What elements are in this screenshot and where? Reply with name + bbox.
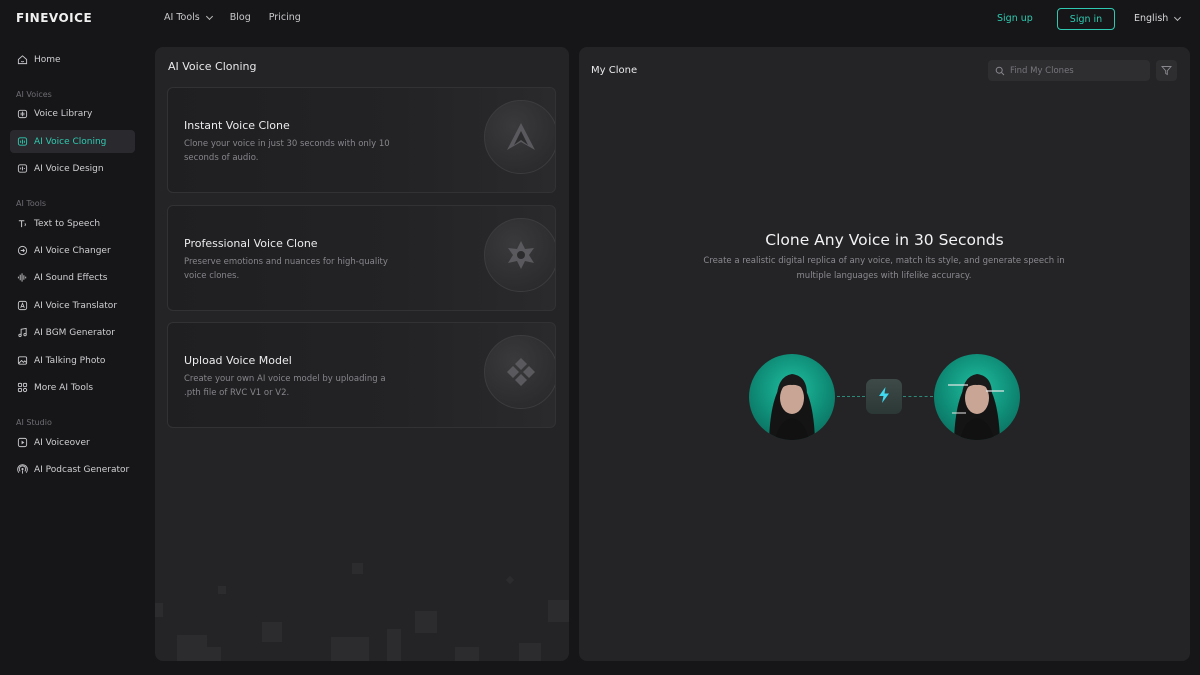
source-voice-avatar <box>749 354 835 440</box>
card-title: Instant Voice Clone <box>184 119 290 132</box>
professional-clone-icon <box>484 218 555 292</box>
home-icon <box>17 54 28 65</box>
sidebar-item-label: Home <box>34 54 61 65</box>
upload-voice-model-card[interactable]: Upload Voice Model Create your own AI vo… <box>167 322 556 428</box>
search-input[interactable] <box>1010 65 1140 76</box>
upload-model-icon <box>484 335 555 409</box>
library-icon <box>17 108 28 119</box>
filter-button[interactable] <box>1156 60 1177 81</box>
sidebar-item-label: AI BGM Generator <box>34 327 115 338</box>
sidebar-item-label: AI Talking Photo <box>34 355 106 366</box>
sidebar-item-voice-cloning[interactable]: AI Voice Cloning <box>10 130 135 153</box>
sidebar-item-label: AI Voice Design <box>34 163 104 174</box>
sidebar-item-label: AI Voice Translator <box>34 300 118 311</box>
sidebar-item-voice-library[interactable]: Voice Library <box>10 102 135 125</box>
sidebar-item-label: AI Voice Changer <box>34 245 111 256</box>
panel-title: AI Voice Cloning <box>168 60 257 73</box>
cloned-voice-avatar <box>934 354 1020 440</box>
sidebar-item-voice-changer[interactable]: AI Voice Changer <box>10 239 135 262</box>
sidebar-section-tools: AI Tools <box>16 199 47 208</box>
sidebar-item-home[interactable]: Home <box>10 48 135 71</box>
sidebar-item-label: AI Sound Effects <box>34 272 108 283</box>
panel-title: My Clone <box>591 65 638 76</box>
grid-icon <box>17 382 28 393</box>
music-note-icon <box>17 327 28 338</box>
text-to-speech-icon <box>17 218 28 229</box>
sidebar-item-label: AI Voice Cloning <box>34 136 107 147</box>
search-box <box>988 60 1150 81</box>
connector-line-left <box>837 396 865 397</box>
translator-icon <box>17 300 28 311</box>
my-clone-panel: My Clone Clone Any Voice in 30 Seconds C… <box>579 47 1190 661</box>
language-selector[interactable]: English <box>1134 13 1182 24</box>
app-logo[interactable]: FINEVOICE <box>16 11 92 25</box>
lightning-icon <box>876 386 892 408</box>
sidebar-item-voice-design[interactable]: AI Voice Design <box>10 157 135 180</box>
convert-icon-box <box>866 379 902 414</box>
play-icon <box>17 437 28 448</box>
top-nav: AI Tools Blog Pricing <box>164 12 301 23</box>
voice-changer-icon <box>17 245 28 256</box>
podcast-icon <box>17 464 28 475</box>
chevron-down-icon <box>1174 13 1182 21</box>
sidebar-section-studio: AI Studio <box>16 418 52 427</box>
professional-voice-clone-card[interactable]: Professional Voice Clone Preserve emotio… <box>167 205 556 311</box>
voice-design-icon <box>17 163 28 174</box>
language-label: English <box>1134 13 1169 24</box>
photo-icon <box>17 355 28 366</box>
sidebar-item-label: Text to Speech <box>34 218 101 229</box>
waveform-icon <box>17 272 28 283</box>
sidebar-item-label: AI Voiceover <box>34 437 90 448</box>
nav-pricing[interactable]: Pricing <box>269 12 301 23</box>
connector-line-right <box>903 396 933 397</box>
card-description: Preserve emotions and nuances for high-q… <box>184 257 388 281</box>
instant-voice-clone-card[interactable]: Instant Voice Clone Clone your voice in … <box>167 87 556 193</box>
sidebar-item-label: Voice Library <box>34 108 93 119</box>
search-icon <box>995 61 1005 80</box>
card-title: Professional Voice Clone <box>184 237 318 250</box>
sidebar-item-text-to-speech[interactable]: Text to Speech <box>10 212 135 235</box>
filter-icon <box>1161 61 1172 80</box>
sign-up-link[interactable]: Sign up <box>997 13 1033 24</box>
sidebar-item-label: AI Podcast Generator <box>34 464 130 475</box>
card-title: Upload Voice Model <box>184 354 292 367</box>
sidebar-item-bgm-generator[interactable]: AI BGM Generator <box>10 321 135 344</box>
sidebar-item-talking-photo[interactable]: AI Talking Photo <box>10 349 135 372</box>
sidebar-item-sound-effects[interactable]: AI Sound Effects <box>10 266 135 289</box>
nav-ai-tools-label: AI Tools <box>164 12 200 23</box>
card-description: Create your own AI voice model by upload… <box>184 374 386 398</box>
sidebar-item-voiceover[interactable]: AI Voiceover <box>10 431 135 454</box>
sidebar-item-podcast-generator[interactable]: AI Podcast Generator <box>10 458 135 481</box>
hero-title: Clone Any Voice in 30 Seconds <box>765 231 1004 249</box>
sidebar-section-voices: AI Voices <box>16 90 52 99</box>
instant-clone-icon <box>484 100 555 174</box>
nav-blog[interactable]: Blog <box>230 12 251 23</box>
sidebar-item-more-tools[interactable]: More AI Tools <box>10 376 135 399</box>
hero-description: Create a realistic digital replica of an… <box>703 256 1065 281</box>
voice-cloning-panel: AI Voice Cloning Instant Voice Clone Clo… <box>155 47 569 661</box>
card-description: Clone your voice in just 30 seconds with… <box>184 139 390 163</box>
sidebar-item-voice-translator[interactable]: AI Voice Translator <box>10 294 135 317</box>
top-bar: FINEVOICE AI Tools Blog Pricing Sign up … <box>0 0 1200 38</box>
chevron-down-icon <box>205 12 213 20</box>
voice-clone-icon <box>17 136 28 147</box>
nav-ai-tools[interactable]: AI Tools <box>164 12 213 23</box>
sign-in-button[interactable]: Sign in <box>1057 8 1115 30</box>
sidebar-item-label: More AI Tools <box>34 382 94 393</box>
